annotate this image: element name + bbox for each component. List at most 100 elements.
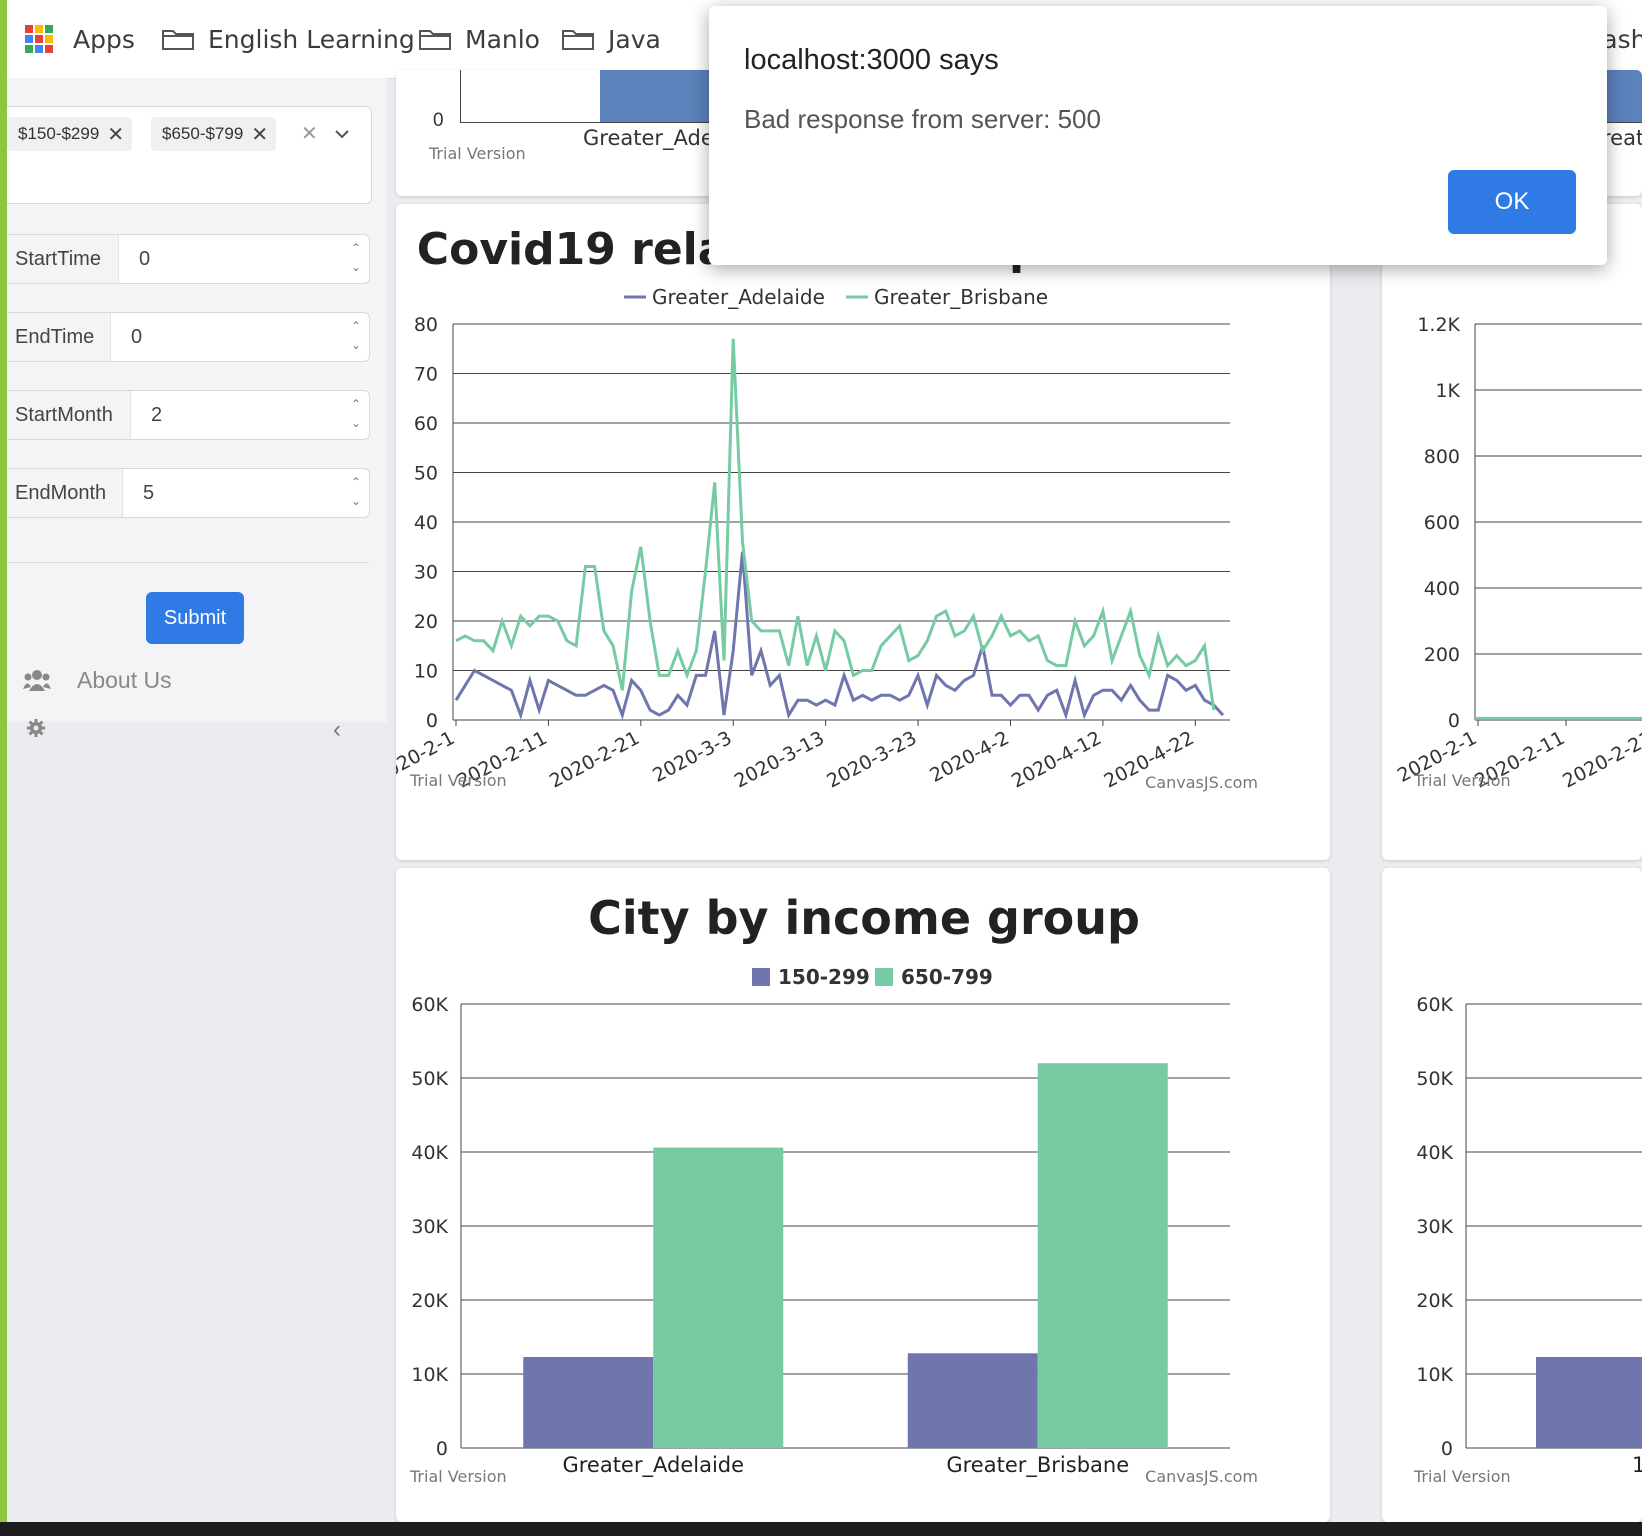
folder-icon	[562, 30, 594, 50]
field-label: StartMonth	[7, 391, 131, 439]
y-tick-label: 10K	[411, 1364, 448, 1386]
sidebar: $150-$299 ✕ $650-$799 ✕ ✕ StartTime 0 ⌃ ⌄ E…	[7, 78, 387, 1536]
y-tick-label: 0	[436, 1438, 448, 1460]
series-line	[455, 338, 1216, 711]
alert-dialog: localhost:3000 says Bad response from se…	[709, 6, 1607, 265]
about-us-link[interactable]: About Us	[23, 660, 172, 700]
y-tick-label: 40K	[1416, 1142, 1453, 1164]
x-category-label: reat	[1602, 126, 1642, 150]
divider	[7, 562, 369, 563]
bookmark-apps[interactable]: Apps	[25, 22, 135, 56]
bookmark-java[interactable]: Java	[562, 22, 661, 56]
y-tick-label: 20K	[1416, 1290, 1453, 1312]
y-tick-label: 20K	[411, 1290, 448, 1312]
collapse-icon[interactable]: ‹	[333, 716, 341, 744]
submit-button[interactable]: Submit	[146, 592, 244, 644]
income-select[interactable]: $150-$299 ✕ $650-$799 ✕ ✕	[7, 106, 372, 204]
field-value[interactable]: 0	[131, 313, 142, 361]
end-month-field[interactable]: EndMonth 5 ⌃ ⌄	[7, 468, 370, 518]
y-tick-label: 60K	[411, 994, 448, 1016]
y-tick-label: 80	[414, 314, 438, 336]
dialog-title: localhost:3000 says	[744, 44, 999, 76]
bookmark-label: Apps	[73, 24, 135, 54]
y-tick-label: 40K	[411, 1142, 448, 1164]
window-edge	[0, 0, 7, 1536]
y-tick-label: 30	[414, 562, 438, 584]
bar	[1536, 1356, 1642, 1448]
bar	[653, 1147, 784, 1448]
y-tick-label: 70	[414, 364, 438, 386]
clear-icon[interactable]: ✕	[301, 121, 318, 146]
income-tag: $150-$299 ✕	[7, 117, 133, 151]
bar	[1037, 1063, 1168, 1448]
start-time-field[interactable]: StartTime 0 ⌃ ⌄	[7, 234, 370, 284]
ok-button[interactable]: OK	[1448, 170, 1576, 234]
gear-icon[interactable]	[26, 718, 46, 738]
income-tag: $650-$799 ✕	[151, 117, 277, 151]
stepper-icon[interactable]: ⌃ ⌄	[349, 317, 363, 357]
bookmark-label: Java	[608, 24, 661, 54]
y-tick-label: 50K	[1416, 1068, 1453, 1090]
right-bar-chart: 0 10K 20K 30K 40K 50K 60K 1 Trial Version	[1413, 994, 1642, 1486]
y-tick-label: 50K	[411, 1068, 448, 1090]
filter-panel: $150-$299 ✕ $650-$799 ✕ ✕ StartTime 0 ⌃ ⌄ E…	[7, 78, 387, 722]
team-icon	[23, 670, 51, 691]
y-tick-label: 0	[1441, 1438, 1453, 1460]
field-value[interactable]: 2	[151, 391, 162, 439]
bookmark-english-learning[interactable]: English Learning	[162, 22, 415, 56]
chevron-down-icon[interactable]	[335, 129, 349, 139]
brand-watermark: CanvasJS.com	[1145, 773, 1258, 792]
tweets-line-chart: Covid19 related tweets per stateGreater_…	[372, 224, 1258, 793]
stepper-icon[interactable]: ⌃ ⌄	[349, 239, 363, 279]
bookmark-manlo[interactable]: Manlo	[419, 22, 540, 56]
y-tick-label: 1.2K	[1417, 314, 1460, 336]
trial-watermark: Trial Version	[1413, 1467, 1511, 1486]
trial-watermark: Trial Version	[1413, 771, 1511, 790]
x-tick-label: 2020-2-21	[546, 727, 643, 793]
bookmark-label: English Learning	[208, 24, 415, 54]
x-tick-label: 2020-3-3	[649, 727, 735, 787]
tag-label: $650-$799	[162, 124, 244, 143]
y-tick-label: 600	[1424, 512, 1460, 534]
x-tick-label: 2020-3-13	[731, 727, 828, 793]
tag-label: $150-$299	[18, 124, 100, 143]
folder-icon	[162, 30, 194, 50]
x-tick-label: 2020-4-2	[926, 727, 1012, 787]
x-category-label: Greater_Brisbane	[946, 1453, 1129, 1478]
field-value[interactable]: 5	[143, 469, 154, 517]
y-tick-label: 800	[1424, 446, 1460, 468]
legend-swatch	[875, 968, 893, 986]
y-tick-label: 400	[1424, 578, 1460, 600]
x-tick-label: 2020-4-12	[1008, 727, 1105, 793]
right-line-chart: 02004006008001K1.2K2020-2-12020-2-112020…	[1394, 314, 1642, 793]
y-tick-label: 1K	[1435, 380, 1460, 402]
bar	[523, 1356, 654, 1448]
folder-icon	[419, 30, 451, 50]
brand-watermark: CanvasJS.com	[1145, 1467, 1258, 1486]
about-us-label: About Us	[77, 666, 172, 693]
right-line-chart-card: 0 200 400 600 800 1K 1.2K 2020-2-1 2020-2-11 2020…	[1382, 204, 1642, 860]
y-tick-label: 20	[414, 611, 438, 633]
x-tick-label: 2020-3-23	[823, 727, 920, 793]
right-bar-chart-card: 0 10K 20K 30K 40K 50K 60K 1 Trial Version	[1382, 868, 1642, 1522]
y-tick-label: 60	[414, 413, 438, 435]
end-time-field[interactable]: EndTime 0 ⌃ ⌄	[7, 312, 370, 362]
field-label: EndMonth	[7, 469, 123, 517]
x-category-label: 1	[1632, 1453, 1642, 1477]
stepper-icon[interactable]: ⌃ ⌄	[349, 395, 363, 435]
stepper-icon[interactable]: ⌃ ⌄	[349, 473, 363, 513]
y-tick-label: 30K	[1416, 1216, 1453, 1238]
y-tick-label: 0	[426, 710, 438, 732]
remove-tag-icon[interactable]: ✕	[107, 122, 124, 147]
taskbar	[0, 1522, 1642, 1536]
income-bar-chart: City by income group 150-299 650-799 0 10K 20…	[409, 891, 1258, 1486]
y-tick-label: 60K	[1416, 994, 1453, 1016]
y-tick-label: 10K	[1416, 1364, 1453, 1386]
trial-watermark: Trial Version	[409, 771, 507, 790]
dialog-message: Bad response from server: 500	[744, 104, 1101, 134]
field-value[interactable]: 0	[139, 235, 150, 283]
apps-grid-icon	[25, 25, 53, 53]
remove-tag-icon[interactable]: ✕	[251, 122, 268, 147]
start-month-field[interactable]: StartMonth 2 ⌃ ⌄	[7, 390, 370, 440]
y-tick-label: 10	[414, 661, 438, 683]
